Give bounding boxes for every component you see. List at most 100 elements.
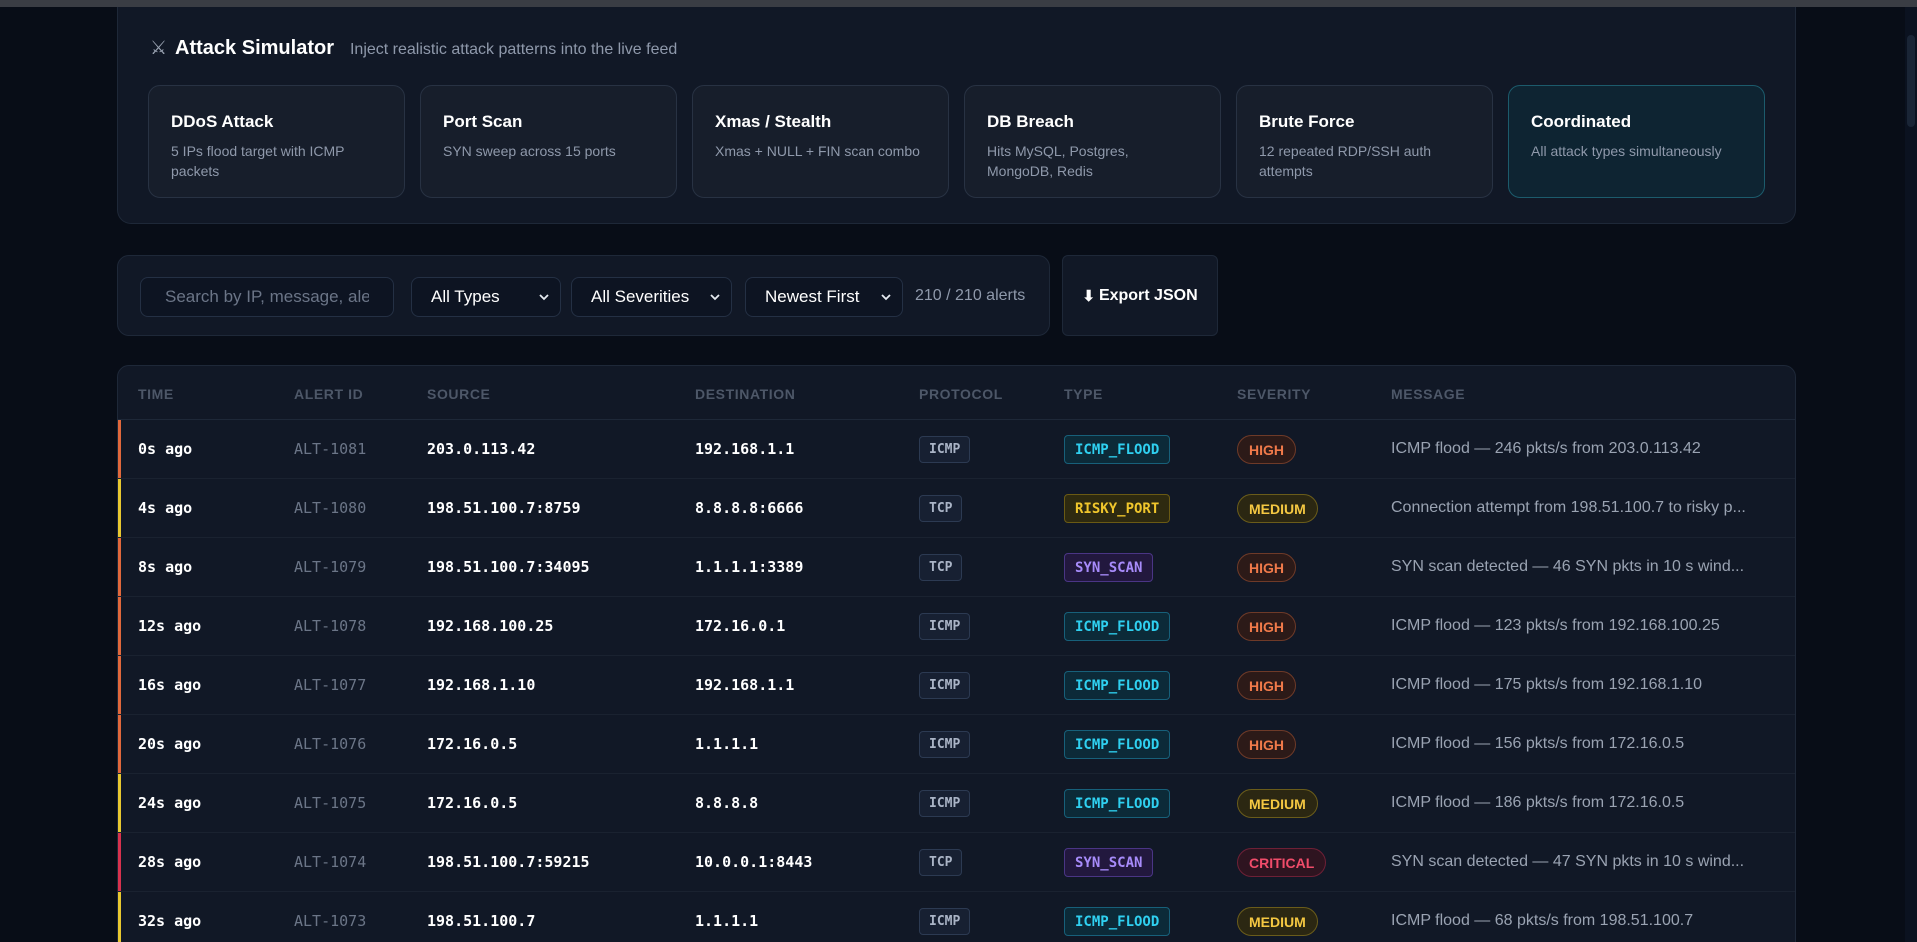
export-json-label: Export JSON (1098, 286, 1198, 304)
cell-source: 198.51.100.7 (427, 912, 536, 930)
cell-message: ICMP flood — 246 pkts/s from 203.0.113.4… (1391, 440, 1701, 457)
severity-badge: HIGH (1237, 612, 1296, 641)
cell-source: 172.16.0.5 (427, 794, 518, 812)
col-header-type[interactable]: TYPE (1064, 386, 1103, 402)
export-json-button[interactable]: ⬇ Export JSON (1062, 255, 1218, 336)
protocol-badge: ICMP (919, 613, 971, 640)
simulator-header: ⚔ Attack Simulator Inject realistic atta… (150, 37, 677, 60)
alerts-table: TIME ALERT ID SOURCE DESTINATION PROTOCO… (117, 365, 1796, 942)
col-header-source[interactable]: SOURCE (427, 386, 491, 402)
attack-card-desc: Hits MySQL, Postgres, MongoDB, Redis (987, 143, 1129, 179)
attack-card-db-breach[interactable]: DB Breach Hits MySQL, Postgres, MongoDB,… (964, 85, 1221, 198)
cell-destination: 8.8.8.8 (695, 794, 759, 812)
scrollbar-thumb[interactable] (1907, 35, 1915, 127)
table-row[interactable]: 12s ago ALT-1078 192.168.100.25 172.16.0.1 I… (118, 597, 1795, 656)
cell-alert-id: ALT-1075 (294, 794, 367, 812)
severity-indicator-bar (118, 479, 121, 537)
col-header-alert-id[interactable]: ALERT ID (294, 386, 363, 402)
alert-search-input[interactable] (140, 277, 394, 317)
cell-alert-id: ALT-1077 (294, 676, 367, 694)
attack-card-desc: All attack types simultaneously (1531, 143, 1722, 159)
chevron-down-icon (539, 294, 549, 301)
type-badge: ICMP_FLOOD (1064, 671, 1171, 700)
attack-card-desc: Xmas + NULL + FIN scan combo (715, 143, 920, 159)
col-header-time[interactable]: TIME (138, 386, 174, 402)
cell-destination: 1.1.1.1 (695, 735, 759, 753)
col-header-message[interactable]: MESSAGE (1391, 386, 1465, 402)
protocol-badge: ICMP (919, 436, 971, 463)
cell-destination: 172.16.0.1 (695, 617, 786, 635)
cell-destination: 192.168.1.1 (695, 440, 795, 458)
attack-card-list: DDoS Attack 5 IPs flood target with ICMP… (148, 85, 1765, 198)
protocol-badge: TCP (919, 554, 963, 581)
severity-indicator-bar (118, 715, 121, 773)
attack-card-port-scan[interactable]: Port Scan SYN sweep across 15 ports (420, 85, 677, 198)
cell-destination: 10.0.0.1:8443 (695, 853, 813, 871)
table-row[interactable]: 28s ago ALT-1074 198.51.100.7:59215 10.0.0.… (118, 833, 1795, 892)
protocol-badge: ICMP (919, 908, 971, 935)
attack-card-xmas-stealth[interactable]: Xmas / Stealth Xmas + NULL + FIN scan co… (692, 85, 949, 198)
severity-filter-select[interactable]: All Severities (571, 277, 732, 317)
chevron-down-icon (881, 294, 891, 301)
cell-alert-id: ALT-1074 (294, 853, 367, 871)
table-row[interactable]: 8s ago ALT-1079 198.51.100.7:34095 1.1.1.1:… (118, 538, 1795, 597)
cell-message: ICMP flood — 123 pkts/s from 192.168.100… (1391, 617, 1720, 634)
attack-card-title: Port Scan (443, 112, 523, 131)
cell-alert-id: ALT-1080 (294, 499, 367, 517)
cell-time: 32s ago (138, 912, 202, 930)
col-header-severity[interactable]: SEVERITY (1237, 386, 1311, 402)
cell-time: 4s ago (138, 499, 193, 517)
cell-time: 20s ago (138, 735, 202, 753)
attack-card-brute-force[interactable]: Brute Force 12 repeated RDP/SSH auth att… (1236, 85, 1493, 198)
table-row[interactable]: 16s ago ALT-1077 192.168.1.10 192.168.1.1 IC… (118, 656, 1795, 715)
table-row[interactable]: 0s ago ALT-1081 203.0.113.42 192.168.1.1 ICM… (118, 420, 1795, 479)
table-header: TIME ALERT ID SOURCE DESTINATION PROTOCO… (118, 366, 1795, 420)
page-scrollbar[interactable] (1905, 7, 1917, 942)
severity-indicator-bar (118, 420, 121, 478)
sort-order-select[interactable]: Newest First (745, 277, 903, 317)
table-row[interactable]: 4s ago ALT-1080 198.51.100.7:8759 8.8.8.8:6… (118, 479, 1795, 538)
col-header-protocol[interactable]: PROTOCOL (919, 386, 1003, 402)
type-badge: SYN_SCAN (1064, 848, 1154, 877)
severity-indicator-bar (118, 656, 121, 714)
severity-indicator-bar (118, 833, 121, 891)
cell-message: ICMP flood — 186 pkts/s from 172.16.0.5 (1391, 794, 1685, 811)
attack-card-title: Xmas / Stealth (715, 112, 832, 131)
type-badge: RISKY_PORT (1064, 494, 1171, 523)
alert-filter-bar: All Types All Severities Newest First 21… (117, 255, 1050, 336)
simulator-title: Attack Simulator (175, 37, 334, 59)
severity-indicator-bar (118, 774, 121, 832)
severity-badge: HIGH (1237, 553, 1296, 582)
attack-card-desc: 5 IPs flood target with ICMP packets (171, 143, 345, 179)
type-badge: ICMP_FLOOD (1064, 907, 1171, 936)
cell-alert-id: ALT-1079 (294, 558, 367, 576)
attack-card-ddos[interactable]: DDoS Attack 5 IPs flood target with ICMP… (148, 85, 405, 198)
sort-order-value: Newest First (765, 287, 860, 306)
table-row[interactable]: 24s ago ALT-1075 172.16.0.5 8.8.8.8 ICMP ICMP… (118, 774, 1795, 833)
table-row[interactable]: 20s ago ALT-1076 172.16.0.5 1.1.1.1 ICMP ICMP… (118, 715, 1795, 774)
type-badge: ICMP_FLOOD (1064, 789, 1171, 818)
type-filter-value: All Types (431, 287, 500, 306)
cell-source: 192.168.100.25 (427, 617, 554, 635)
download-arrow-icon: ⬇ (1082, 287, 1095, 305)
type-badge: SYN_SCAN (1064, 553, 1154, 582)
cell-alert-id: ALT-1073 (294, 912, 367, 930)
col-header-destination[interactable]: DESTINATION (695, 386, 795, 402)
attack-card-title: Brute Force (1259, 112, 1355, 131)
attack-card-desc: SYN sweep across 15 ports (443, 143, 616, 159)
severity-badge: MEDIUM (1237, 494, 1318, 523)
cell-alert-id: ALT-1078 (294, 617, 367, 635)
cell-time: 0s ago (138, 440, 193, 458)
cell-destination: 1.1.1.1 (695, 912, 759, 930)
cell-message: ICMP flood — 175 pkts/s from 192.168.1.1… (1391, 676, 1702, 693)
browser-top-edge (0, 0, 1917, 7)
protocol-badge: ICMP (919, 672, 971, 699)
attack-card-title: DDoS Attack (171, 112, 274, 131)
severity-badge: MEDIUM (1237, 789, 1318, 818)
attack-card-coordinated[interactable]: Coordinated All attack types simultaneou… (1508, 85, 1765, 198)
cell-alert-id: ALT-1076 (294, 735, 367, 753)
type-filter-select[interactable]: All Types (411, 277, 561, 317)
table-row[interactable]: 32s ago ALT-1073 198.51.100.7 1.1.1.1 ICMP IC… (118, 892, 1795, 942)
attack-card-title: DB Breach (987, 112, 1074, 131)
cell-message: SYN scan detected — 46 SYN pkts in 10 s … (1391, 558, 1745, 575)
